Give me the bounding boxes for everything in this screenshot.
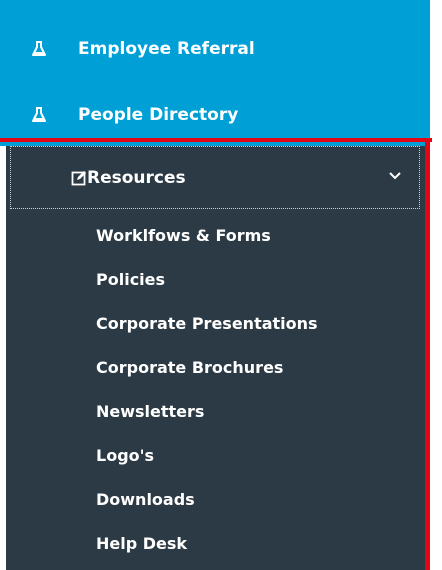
highlight-border-right [425,138,430,570]
sidebar-item-label: People Directory [78,105,239,125]
submenu-item-newsletters[interactable]: Newsletters [96,393,318,437]
submenu-item-corporate-presentations[interactable]: Corporate Presentations [96,305,318,349]
resources-menu-toggle[interactable]: Resources [10,146,420,209]
submenu-item-policies[interactable]: Policies [96,261,318,305]
submenu-item-downloads[interactable]: Downloads [96,481,318,525]
submenu-item-corporate-brochures[interactable]: Corporate Brochures [96,349,318,393]
resources-label: Resources [87,167,186,188]
resources-submenu: Worklfows & Forms Policies Corporate Pre… [96,217,318,569]
chevron-down-icon[interactable] [388,171,402,181]
submenu-item-logos[interactable]: Logo's [96,437,318,481]
sidebar-item-employee-referral[interactable]: Employee Referral [0,24,430,74]
highlight-border-top [0,138,432,142]
sidebar-item-label: Employee Referral [78,39,255,59]
submenu-item-workflows-forms[interactable]: Worklfows & Forms [96,217,318,261]
sidebar-item-people-directory[interactable]: People Directory [0,90,430,140]
flask-icon [28,104,50,126]
flask-icon [28,38,50,60]
sidebar-frame: Employee Referral People Directory Resou… [0,0,442,570]
submenu-item-help-desk[interactable]: Help Desk [96,525,318,569]
